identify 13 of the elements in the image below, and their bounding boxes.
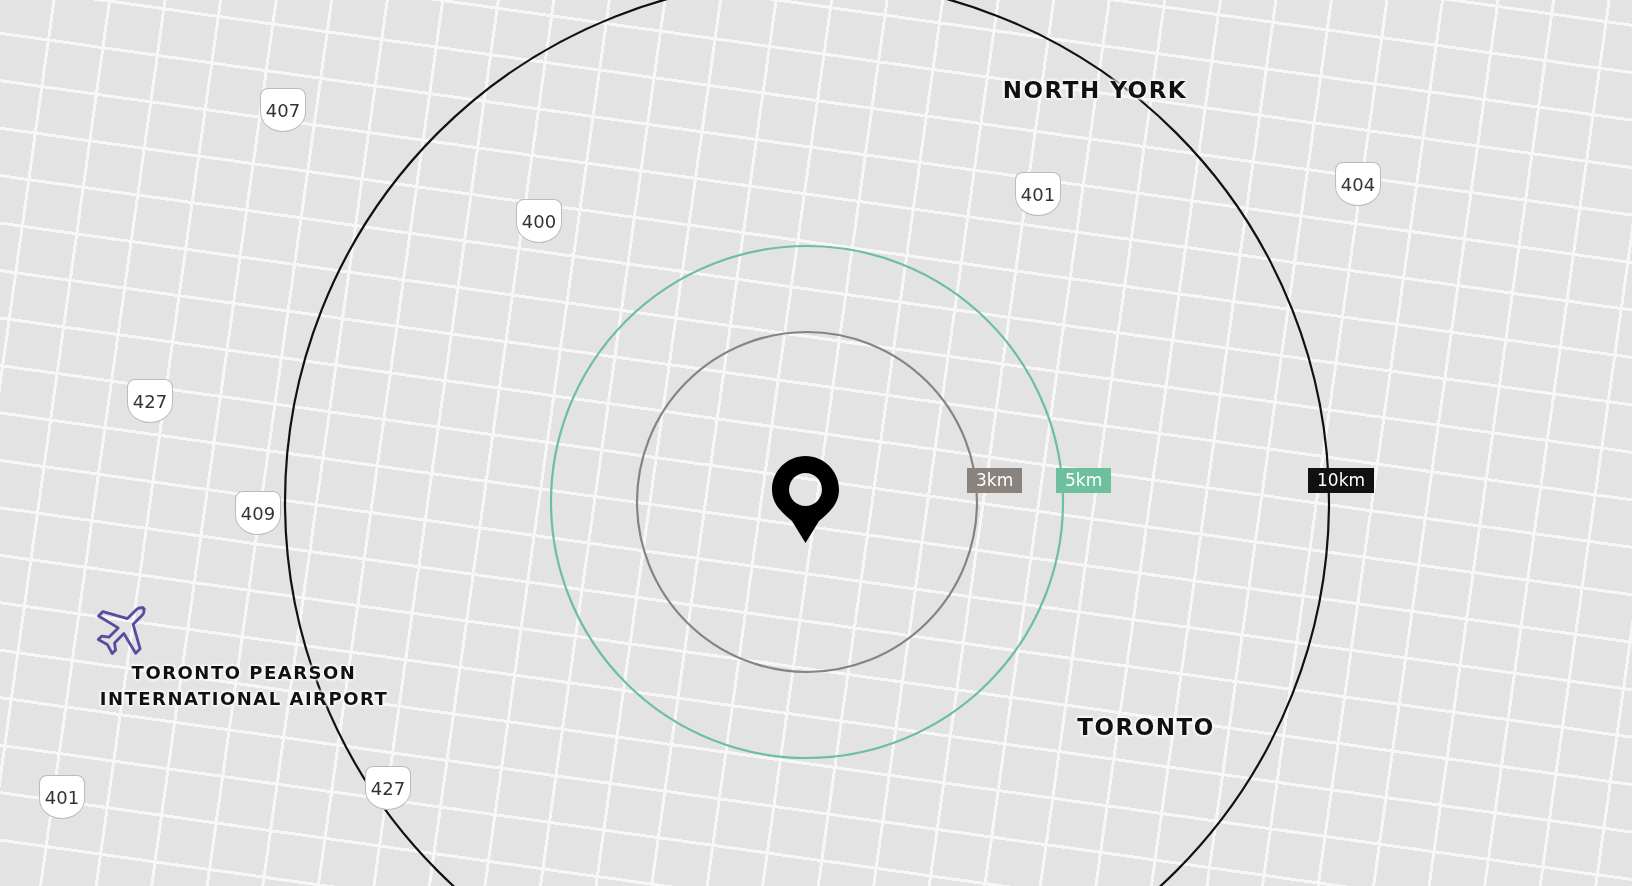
highway-shield: 404: [1335, 162, 1381, 206]
highway-shield: 401: [39, 775, 85, 819]
radius-label: 3km: [967, 468, 1023, 493]
district-label: TORONTO: [1077, 714, 1215, 740]
highway-shield: 427: [127, 379, 173, 423]
radius-label: 5km: [1056, 468, 1112, 493]
radius-label: 10km: [1308, 468, 1375, 493]
highway-shield: 401: [1015, 172, 1061, 216]
highway-shield: 407: [260, 88, 306, 132]
highway-shield: 409: [235, 491, 281, 535]
highway-shield: 400: [516, 199, 562, 243]
location-pin-icon: [772, 456, 839, 543]
highway-shield: 427: [365, 766, 411, 810]
